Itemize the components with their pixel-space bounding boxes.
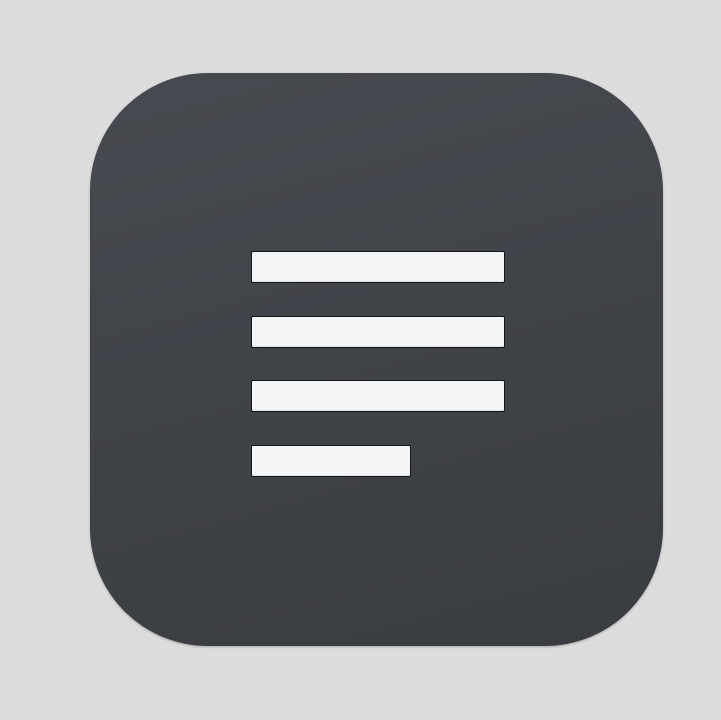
text-line-3 [251,380,505,412]
text-lines-icon [90,73,663,646]
text-line-4 [251,445,411,477]
app-icon-tile[interactable] [90,73,663,646]
text-line-1 [251,251,505,283]
text-line-2 [251,316,505,348]
